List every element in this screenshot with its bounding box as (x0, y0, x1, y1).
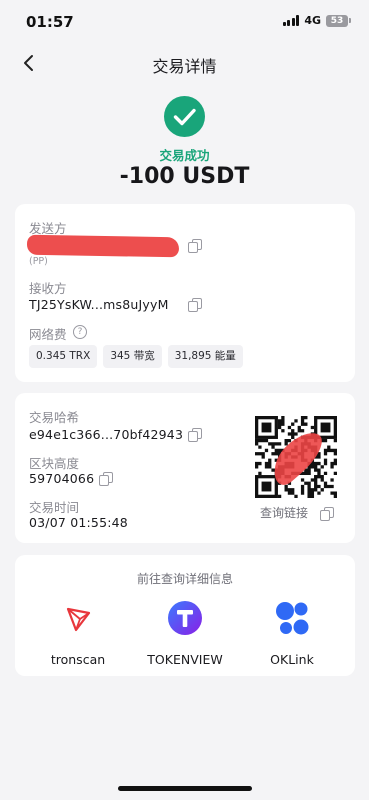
query-link-button[interactable]: 查询链接 (260, 504, 308, 521)
tokenview-logo-icon (168, 601, 202, 635)
transaction-status: 交易成功 (159, 148, 210, 163)
copy-link-icon[interactable] (320, 507, 334, 521)
help-icon[interactable]: ? (73, 325, 87, 339)
oklink-logo-icon (276, 602, 309, 635)
qr-code[interactable] (255, 416, 337, 498)
query-link-label: 查询链接 (260, 506, 309, 520)
page-title: 交易详情 (152, 57, 217, 76)
explorers-title: 前往查询详细信息 (136, 572, 233, 586)
block-label: 区块高度 (29, 456, 80, 471)
copy-receiver-icon[interactable] (188, 298, 202, 312)
transaction-time: 03/07 01:55:48 (29, 515, 128, 530)
network-type: 4G (304, 14, 321, 27)
transaction-info-card: 交易哈希 e94e1c366...70bf42943 区块高度 59704066… (15, 393, 355, 543)
success-check-icon (164, 96, 205, 137)
copy-sender-icon[interactable] (188, 239, 202, 253)
tronscan-logo-icon (66, 607, 91, 632)
home-indicator (118, 786, 252, 791)
sender-tag: (PP) (29, 256, 48, 267)
parties-card: 发送方 (PP) 接收方 TJ25YsKW...ms8uJyyM 网络费 ? 0… (15, 204, 355, 382)
time-label: 交易时间 (29, 500, 80, 515)
explorer-oklink[interactable]: OKLink (237, 600, 347, 667)
receiver-address: TJ25YsKW...ms8uJyyM (29, 297, 169, 312)
explorer-name: OKLink (270, 652, 314, 667)
fee-chip-trx: 0.345 TRX (29, 345, 98, 368)
fee-label: 网络费 (29, 327, 67, 342)
status-bar: 01:57 4G 53 (0, 0, 369, 44)
explorer-name: TOKENVIEW (147, 652, 223, 667)
explorer-name: tronscan (50, 652, 106, 667)
status-indicators: 4G 53 (282, 14, 351, 27)
sender-address-redacted (26, 234, 180, 258)
explorers-card: 前往查询详细信息 tronscan TOKENVIEW OKLink (15, 555, 355, 676)
signal-icon (282, 15, 300, 26)
fee-chips: 0.345 TRX 345 带宽 31,895 能量 (29, 345, 243, 368)
transaction-amount: -100 USDT (119, 164, 250, 189)
copy-block-icon[interactable] (99, 472, 113, 486)
battery-icon: 53 (326, 14, 351, 27)
nav-bar: 交易详情 (0, 44, 369, 82)
status-time: 01:57 (26, 13, 74, 31)
fee-chip-energy: 31,895 能量 (167, 345, 243, 368)
block-height: 59704066 (29, 471, 95, 486)
transaction-hash: e94e1c366...70bf42943 (29, 427, 184, 442)
fee-chip-bandwidth: 345 带宽 (103, 345, 162, 368)
battery-level: 53 (326, 14, 348, 27)
copy-hash-icon[interactable] (188, 428, 202, 442)
explorer-tokenview[interactable]: TOKENVIEW (130, 600, 240, 667)
receiver-label: 接收方 (29, 281, 67, 296)
hash-label: 交易哈希 (29, 410, 80, 425)
explorer-tronscan[interactable]: tronscan (23, 600, 133, 667)
